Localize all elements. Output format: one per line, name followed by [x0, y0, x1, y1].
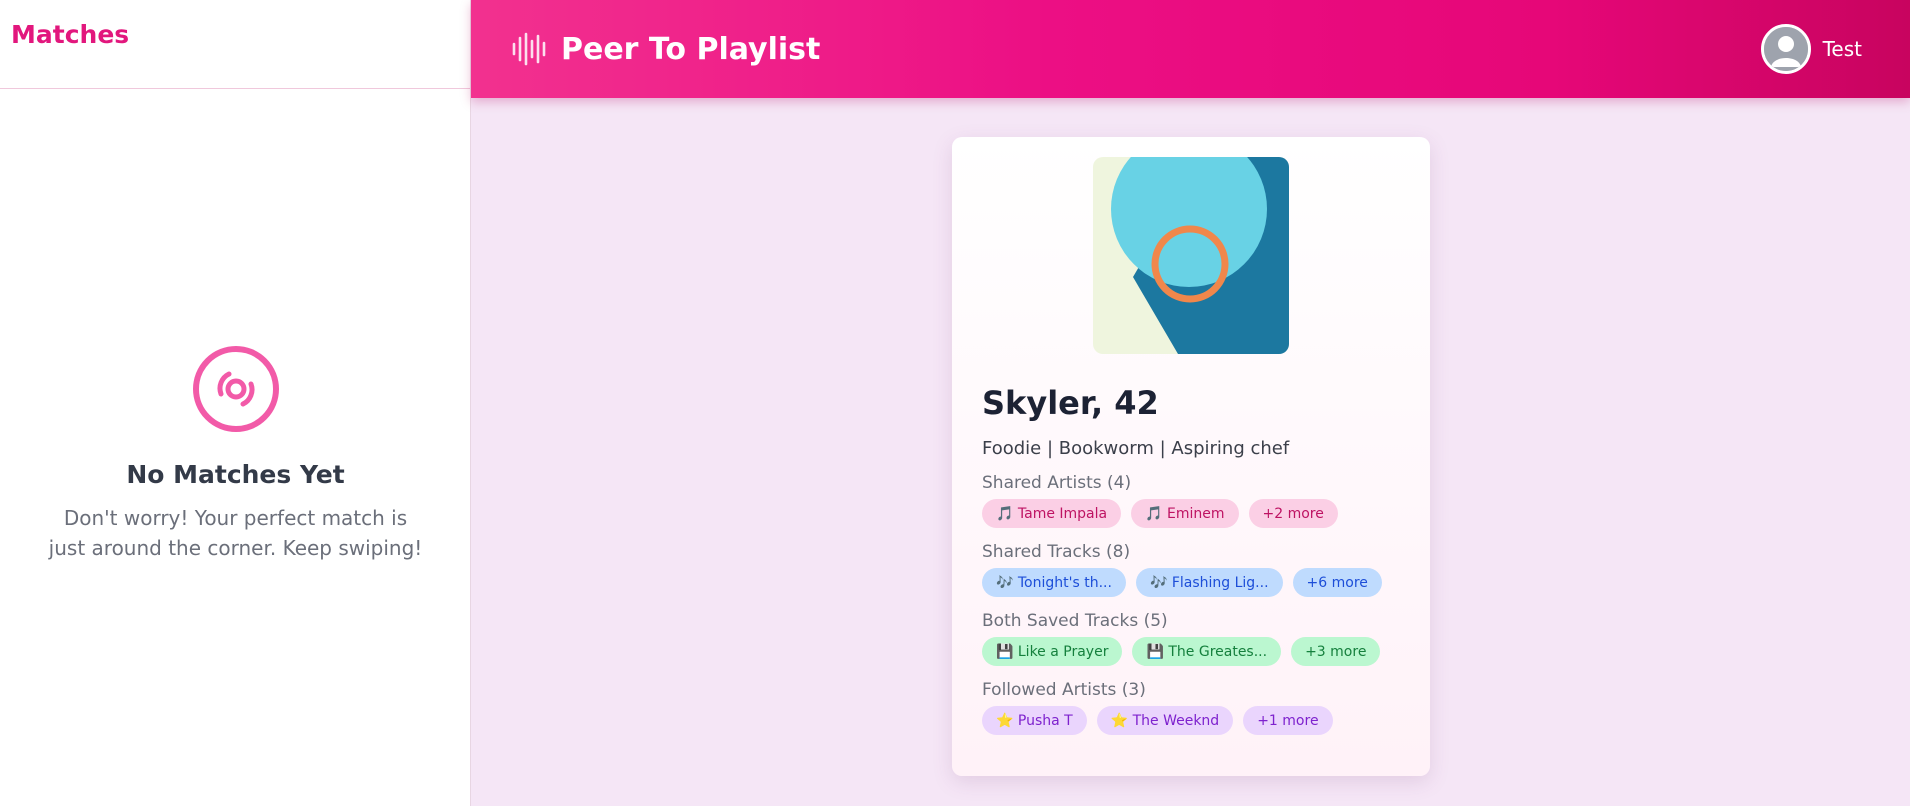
followed-artists-section: Followed Artists (3) ⭐ Pusha T ⭐ The Wee… — [982, 680, 1400, 735]
profile-image — [1093, 157, 1289, 354]
matches-sidebar: Matches No Matches Yet Don't worry! Your… — [0, 0, 471, 806]
more-chip[interactable]: +2 more — [1248, 499, 1338, 528]
empty-state: No Matches Yet Don't worry! Your perfect… — [0, 344, 471, 563]
followed-artist-chip[interactable]: ⭐ Pusha T — [982, 706, 1087, 735]
chip-list: ⭐ Pusha T ⭐ The Weeknd +1 more — [982, 706, 1400, 735]
more-chip[interactable]: +1 more — [1243, 706, 1333, 735]
section-title: Shared Artists (4) — [982, 473, 1132, 493]
chip-list: 🎵 Tame Impala 🎵 Eminem +2 more — [982, 499, 1400, 528]
more-chip[interactable]: +6 more — [1292, 568, 1382, 597]
track-chip[interactable]: 🎶 Tonight's th... — [982, 568, 1126, 597]
artist-chip[interactable]: 🎵 Tame Impala — [982, 499, 1122, 528]
user-name: Test — [1822, 37, 1862, 61]
app-root: Matches No Matches Yet Don't worry! Your… — [0, 0, 1910, 806]
user-avatar-icon — [1763, 27, 1808, 71]
avatar[interactable] — [1760, 24, 1811, 74]
disc-icon — [192, 346, 279, 432]
profile-artwork — [1093, 157, 1289, 354]
sound-wave-icon — [512, 32, 546, 66]
empty-state-title: No Matches Yet — [126, 460, 345, 489]
saved-tracks-section: Both Saved Tracks (5) 💾 Like a Prayer 💾 … — [982, 611, 1400, 666]
followed-artist-chip[interactable]: ⭐ The Weeknd — [1096, 706, 1234, 735]
track-chip[interactable]: 🎶 Flashing Lig... — [1135, 568, 1283, 597]
chip-list: 🎶 Tonight's th... 🎶 Flashing Lig... +6 m… — [982, 568, 1400, 597]
section-title: Followed Artists (3) — [982, 680, 1146, 700]
section-title: Shared Tracks (8) — [982, 542, 1131, 562]
profile-name: Skyler, 42 — [982, 384, 1159, 422]
profile-bio: Foodie | Bookworm | Aspiring chef — [982, 438, 1290, 459]
brand[interactable]: Peer To Playlist — [511, 0, 820, 98]
profile-card[interactable]: Skyler, 42 Foodie | Bookworm | Aspiring … — [952, 137, 1430, 776]
app-name: Peer To Playlist — [561, 31, 821, 67]
saved-track-chip[interactable]: 💾 Like a Prayer — [982, 637, 1123, 666]
sidebar-title: Matches — [11, 20, 130, 49]
sidebar-header: Matches — [0, 0, 470, 89]
user-menu[interactable]: Test — [1760, 0, 1862, 98]
chip-list: 💾 Like a Prayer 💾 The Greates... +3 more — [982, 637, 1400, 666]
section-title: Both Saved Tracks (5) — [982, 611, 1168, 631]
saved-track-chip[interactable]: 💾 The Greates... — [1132, 637, 1282, 666]
more-chip[interactable]: +3 more — [1291, 637, 1381, 666]
artist-chip[interactable]: 🎵 Eminem — [1131, 499, 1239, 528]
shared-tracks-section: Shared Tracks (8) 🎶 Tonight's th... 🎶 Fl… — [982, 542, 1400, 597]
shared-artists-section: Shared Artists (4) 🎵 Tame Impala 🎵 Emine… — [982, 473, 1400, 528]
empty-state-text: Don't worry! Your perfect match is just … — [48, 506, 423, 560]
app-header: Peer To Playlist Test — [471, 0, 1910, 98]
